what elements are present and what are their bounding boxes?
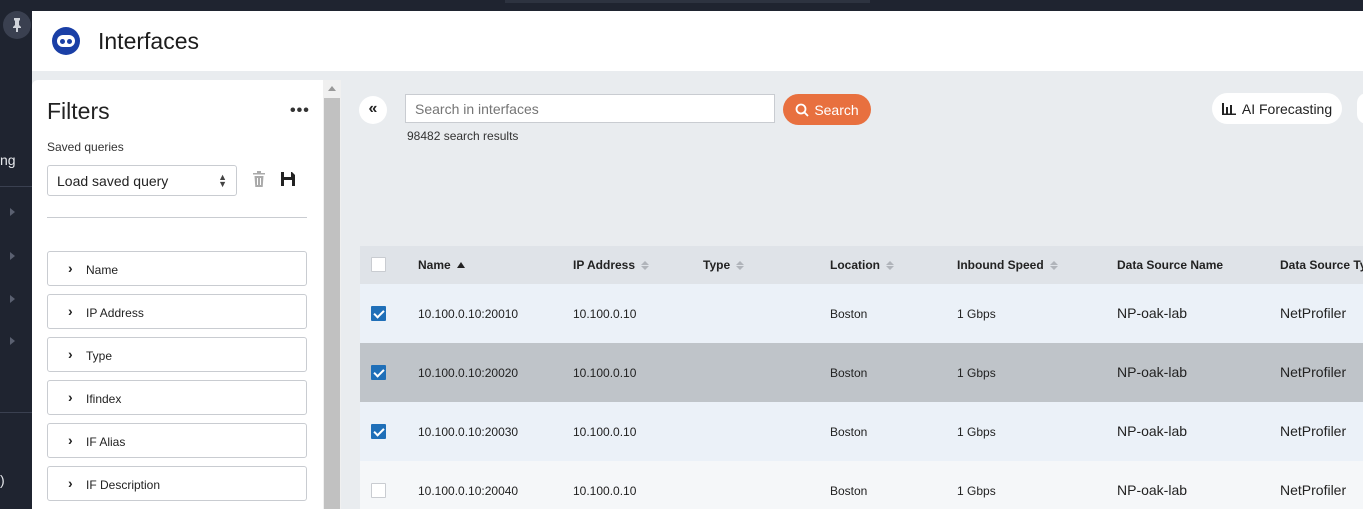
row-checkbox[interactable] xyxy=(371,365,386,380)
cell-ip: 10.100.0.10 xyxy=(573,366,637,380)
cell-data-source-name: NP-oak-lab xyxy=(1117,482,1188,498)
table-row[interactable]: 10.100.0.10:20010 10.100.0.10 Boston 1 G… xyxy=(360,284,1363,343)
table-row[interactable]: 10.100.0.10:20030 10.100.0.10 Boston 1 G… xyxy=(360,402,1363,461)
cell-speed: 1 Gbps xyxy=(957,307,996,321)
divider xyxy=(47,217,307,218)
cell-name: 10.100.0.10:20030 xyxy=(418,425,519,439)
cell-name: 10.100.0.10:20020 xyxy=(418,366,519,380)
sort-icon xyxy=(736,260,745,270)
column-header-name[interactable]: Name xyxy=(418,258,465,272)
filters-scrollbar[interactable] xyxy=(323,80,341,509)
chevron-right-icon: › xyxy=(68,432,73,448)
search-icon xyxy=(795,103,809,117)
row-checkbox[interactable] xyxy=(371,424,386,439)
rail-fragment[interactable]: ) xyxy=(0,472,5,488)
toolbar-button-partial[interactable] xyxy=(1357,93,1363,124)
rail-expand-icon[interactable] xyxy=(10,208,15,216)
column-header-data-source-type[interactable]: Data Source Ty xyxy=(1280,258,1363,272)
scrollbar-thumb[interactable] xyxy=(324,98,340,509)
cell-data-source-name: NP-oak-lab xyxy=(1117,305,1188,321)
rail-expand-icon[interactable] xyxy=(10,337,15,345)
left-nav-rail: ng ) xyxy=(0,0,32,509)
cell-data-source-type: NetProfiler xyxy=(1280,305,1347,321)
rail-expand-icon[interactable] xyxy=(10,252,15,260)
delete-query-icon[interactable] xyxy=(252,171,266,187)
facet-if-description[interactable]: › IF Description xyxy=(47,466,307,501)
column-header-location[interactable]: Location xyxy=(830,258,894,272)
cell-speed: 1 Gbps xyxy=(957,366,996,380)
cell-location: Boston xyxy=(830,425,868,439)
chevron-right-icon: › xyxy=(68,475,73,491)
cell-data-source-type: NetProfiler xyxy=(1280,364,1347,380)
saved-query-select[interactable]: Load saved query ▲ ▼ xyxy=(47,165,237,196)
sort-asc-icon xyxy=(456,262,465,268)
app-logo-icon xyxy=(52,27,80,55)
rail-divider xyxy=(0,186,32,187)
facet-ifindex[interactable]: › Ifindex xyxy=(47,380,307,415)
column-header-data-source-name[interactable]: Data Source Name xyxy=(1117,258,1223,272)
rail-divider xyxy=(0,412,32,413)
table-row[interactable]: 10.100.0.10:20040 10.100.0.10 Boston 1 G… xyxy=(360,461,1363,509)
cell-ip: 10.100.0.10 xyxy=(573,425,637,439)
results-count: 98482 search results xyxy=(407,129,519,143)
save-query-icon[interactable] xyxy=(280,171,296,187)
chevron-right-icon: › xyxy=(68,260,73,276)
search-input[interactable] xyxy=(405,94,775,123)
rail-expand-icon xyxy=(10,295,15,303)
column-header-type[interactable]: Type xyxy=(703,258,745,272)
scroll-up-icon[interactable] xyxy=(328,86,336,91)
top-bar xyxy=(0,0,1363,11)
cell-speed: 1 Gbps xyxy=(957,484,996,498)
ai-forecasting-button[interactable]: AI Forecasting xyxy=(1212,93,1342,124)
facet-name[interactable]: › Name xyxy=(47,251,307,286)
facet-type[interactable]: › Type xyxy=(47,337,307,372)
sort-icon xyxy=(1049,260,1058,270)
table-row[interactable]: 10.100.0.10:20020 10.100.0.10 Boston 1 G… xyxy=(360,343,1363,402)
filters-panel: Filters ••• Saved queries Load saved que… xyxy=(32,80,323,509)
cell-ip: 10.100.0.10 xyxy=(573,307,637,321)
sort-icon xyxy=(641,260,650,270)
cell-data-source-name: NP-oak-lab xyxy=(1117,364,1188,380)
chevron-right-icon: › xyxy=(68,303,73,319)
cell-speed: 1 Gbps xyxy=(957,425,996,439)
cell-data-source-type: NetProfiler xyxy=(1280,482,1347,498)
search-button[interactable]: Search xyxy=(783,94,871,125)
cell-name: 10.100.0.10:20010 xyxy=(418,307,519,321)
facet-if-alias[interactable]: › IF Alias xyxy=(47,423,307,458)
row-checkbox[interactable] xyxy=(371,306,386,321)
cell-data-source-type: NetProfiler xyxy=(1280,423,1347,439)
select-all-checkbox[interactable] xyxy=(371,257,386,272)
row-checkbox[interactable] xyxy=(371,483,386,498)
cell-location: Boston xyxy=(830,484,868,498)
saved-queries-label: Saved queries xyxy=(47,140,124,154)
page-title: Interfaces xyxy=(98,28,199,54)
cell-location: Boston xyxy=(830,366,868,380)
table-header: Name IP Address Type Location Inbound Sp… xyxy=(360,246,1363,284)
chevron-right-icon: › xyxy=(68,346,73,362)
rail-fragment[interactable]: ng xyxy=(0,152,16,168)
saved-query-value: Load saved query xyxy=(57,173,169,189)
page-header: Interfaces xyxy=(32,11,1363,71)
cell-ip: 10.100.0.10 xyxy=(573,484,637,498)
top-tab xyxy=(505,0,870,3)
bar-chart-icon xyxy=(1221,102,1236,115)
column-header-inbound-speed[interactable]: Inbound Speed xyxy=(957,258,1058,272)
facet-ip-address[interactable]: › IP Address xyxy=(47,294,307,329)
sort-icon xyxy=(886,260,894,270)
cell-name: 10.100.0.10:20040 xyxy=(418,484,519,498)
pin-icon[interactable] xyxy=(3,11,31,39)
more-options-icon[interactable]: ••• xyxy=(290,102,310,120)
chevron-right-icon: › xyxy=(68,389,73,405)
filters-title: Filters xyxy=(47,98,110,124)
select-caret-icon: ▲ ▼ xyxy=(218,172,227,189)
cell-data-source-name: NP-oak-lab xyxy=(1117,423,1188,439)
column-header-ip[interactable]: IP Address xyxy=(573,258,650,272)
collapse-filters-button[interactable]: « xyxy=(359,96,387,124)
cell-location: Boston xyxy=(830,307,868,321)
